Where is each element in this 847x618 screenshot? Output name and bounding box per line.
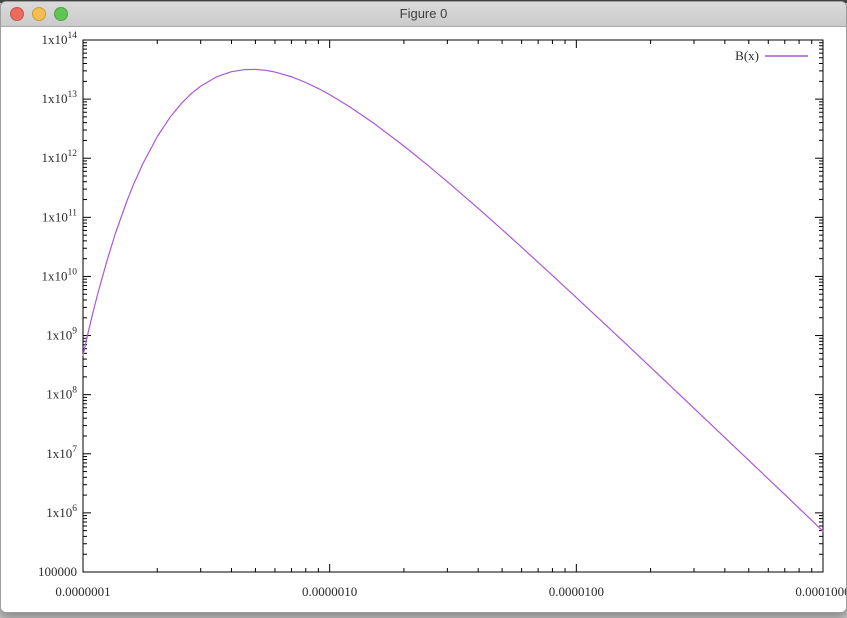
y-tick-label: 1x1013 [42, 90, 78, 106]
y-tick-label: 100000 [38, 564, 77, 579]
x-tick-label: 0.0000010 [302, 584, 357, 599]
plot-area: 0.0000001 0.0000010 0.0000100 0.0001000 1x10… [1, 27, 846, 612]
zoom-button[interactable] [54, 7, 68, 21]
plot-border [83, 40, 823, 572]
plot-canvas: 0.0000001 0.0000010 0.0000100 0.0001000 1x10… [1, 27, 846, 612]
y-tick-label: 1x107 [46, 445, 77, 461]
title-bar[interactable]: Figure 0 [1, 2, 846, 27]
curve-bx [83, 69, 823, 531]
y-tick-label: 1x109 [46, 327, 77, 343]
y-tick-label: 1x1012 [42, 149, 78, 165]
traffic-light-buttons [10, 2, 68, 26]
window-title: Figure 0 [1, 2, 846, 26]
y-tick-label: 1x1014 [42, 31, 78, 47]
figure-window: Figure 0 0.00000010.00000100.00001000.00… [0, 1, 847, 613]
x-tick-label: 0.0001000 [795, 584, 846, 599]
y-tick-label: 1x108 [46, 386, 77, 402]
minimize-button[interactable] [32, 7, 46, 21]
y-tick-label: 1x1011 [42, 208, 77, 224]
close-button[interactable] [10, 7, 24, 21]
y-tick-label: 1x106 [46, 504, 77, 520]
x-tick-label: 0.0000001 [55, 584, 110, 599]
y-tick-label: 1x1010 [42, 267, 78, 283]
x-tick-label: 0.0000100 [549, 584, 604, 599]
legend-label: B(x) [735, 48, 759, 63]
